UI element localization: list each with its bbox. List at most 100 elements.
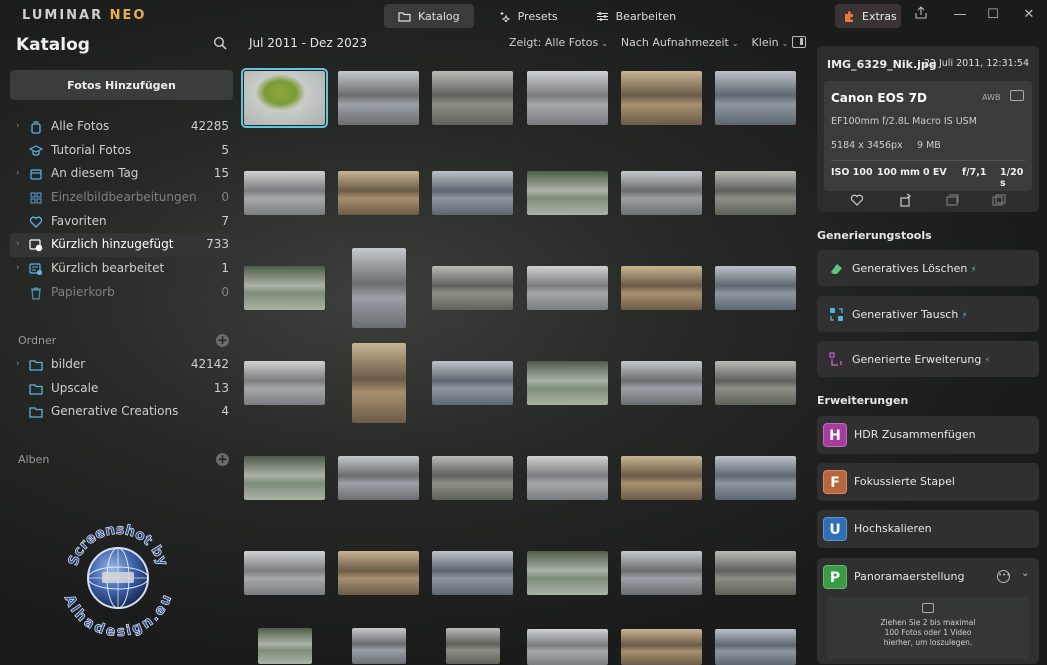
- photo-thumbnail[interactable]: [352, 248, 406, 328]
- photo-thumbnail[interactable]: [715, 361, 796, 405]
- photo-thumbnail[interactable]: [715, 629, 796, 665]
- photo-thumbnail[interactable]: [244, 266, 325, 310]
- photo-thumbnail[interactable]: [715, 266, 796, 310]
- panorama-label[interactable]: Panoramaerstellung: [854, 570, 964, 583]
- date-range-label: Jul 2011 - Dez 2023: [249, 36, 368, 50]
- image-info-card: IMG_6329_Nik.jpg 22 Juli 2011, 12:31:54 …: [817, 46, 1039, 212]
- chevron-right-icon[interactable]: ›: [16, 263, 20, 273]
- photo-thumbnail[interactable]: [432, 171, 513, 215]
- sidebar-item-alle-fotos[interactable]: › Alle Fotos 42285: [10, 115, 233, 139]
- sidebar-item-einzelbildbearbeitungen[interactable]: Einzelbildbearbeitungen 0: [10, 186, 233, 210]
- chevron-right-icon[interactable]: ›: [16, 239, 20, 249]
- add-folder-icon[interactable]: +: [216, 334, 229, 347]
- chevron-right-icon[interactable]: ›: [16, 168, 20, 178]
- photo-thumbnail[interactable]: [244, 171, 325, 215]
- add-album-icon[interactable]: +: [216, 453, 229, 466]
- rotate-icon[interactable]: [899, 192, 913, 207]
- maximize-icon[interactable]: ☐: [983, 6, 1003, 24]
- lens-model: EF100mm f/2.8L Macro IS USM: [831, 116, 977, 127]
- thumb-size-dropdown[interactable]: Klein ⌄: [752, 36, 789, 49]
- panorama-badge: P: [823, 565, 847, 589]
- sidebar-item-tutorial-fotos[interactable]: Tutorial Fotos 5: [10, 139, 233, 163]
- photo-thumbnail[interactable]: [432, 361, 513, 405]
- sidebar-item-papierkorb[interactable]: Papierkorb 0: [10, 281, 233, 305]
- photo-thumbnail[interactable]: [621, 171, 702, 215]
- share-icon[interactable]: [911, 6, 931, 24]
- photo-thumbnail[interactable]: [715, 71, 796, 125]
- chevron-right-icon[interactable]: ›: [16, 121, 20, 131]
- photo-thumbnail[interactable]: [621, 629, 702, 665]
- tab-bearbeiten[interactable]: Bearbeiten: [582, 4, 690, 28]
- photo-thumbnail[interactable]: [432, 266, 513, 310]
- photo-thumbnail[interactable]: [527, 551, 608, 595]
- photo-thumbnail[interactable]: [527, 361, 608, 405]
- extension-hochskalieren[interactable]: U Hochskalieren: [817, 510, 1039, 548]
- photo-thumbnail[interactable]: [258, 628, 312, 664]
- shutter-speed: 1/20 s: [1000, 167, 1024, 189]
- photo-thumbnail[interactable]: [432, 456, 513, 500]
- chevron-down-icon[interactable]: ⌄: [1021, 568, 1029, 579]
- photo-thumbnail[interactable]: [338, 71, 419, 125]
- tab-katalog[interactable]: Katalog: [384, 4, 474, 28]
- photo-thumbnail[interactable]: [352, 343, 406, 423]
- photo-thumbnail[interactable]: [621, 361, 702, 405]
- folder-label: Generative Creations: [51, 404, 179, 419]
- more-options-icon[interactable]: •••: [997, 570, 1010, 583]
- sort-dropdown[interactable]: Nach Aufnahmezeit ⌄: [621, 36, 739, 49]
- sidebar-item-an-diesem-tag[interactable]: › An diesem Tag 15: [10, 162, 233, 186]
- compare-icon[interactable]: [945, 192, 959, 206]
- panorama-dropzone[interactable]: Ziehen Sie 2 bis maximal 100 Fotos oder …: [826, 597, 1030, 659]
- photo-thumbnail[interactable]: [621, 71, 702, 125]
- photo-thumbnail[interactable]: [621, 456, 702, 500]
- photo-thumbnail[interactable]: [338, 551, 419, 595]
- folder-item-upscale[interactable]: Upscale 13: [10, 377, 233, 401]
- photo-thumbnail[interactable]: [715, 551, 796, 595]
- folder-item-generative-creations[interactable]: Generative Creations 4: [10, 400, 233, 424]
- folder-item-bilder[interactable]: › bilder 42142: [10, 353, 233, 377]
- toggle-panel-icon[interactable]: [792, 36, 806, 48]
- photo-thumbnail[interactable]: [527, 71, 608, 125]
- close-icon[interactable]: ✕: [1019, 6, 1039, 24]
- photo-thumbnail[interactable]: [244, 551, 325, 595]
- extension-hdr-zusammenf-gen[interactable]: H HDR Zusammenfügen: [817, 416, 1039, 454]
- tab-presets[interactable]: Presets: [484, 4, 572, 28]
- minimize-icon[interactable]: —: [950, 6, 970, 24]
- sidebar-item-k-rzlich-hinzugef-gt[interactable]: › Kürzlich hinzugefügt 733: [10, 233, 233, 258]
- extension-fokussierte-stapel[interactable]: F Fokussierte Stapel: [817, 463, 1039, 501]
- search-icon[interactable]: [213, 36, 227, 50]
- photo-thumbnail[interactable]: [241, 68, 328, 128]
- photo-thumbnail[interactable]: [244, 361, 325, 405]
- sidebar-item-label: Alle Fotos: [51, 119, 110, 133]
- gen-tool-generativer-tausch[interactable]: Generativer Tausch ⚡: [817, 295, 1039, 332]
- photo-thumbnail[interactable]: [527, 171, 608, 215]
- photo-thumbnail[interactable]: [338, 171, 419, 215]
- photo-thumbnail[interactable]: [352, 628, 406, 664]
- photo-thumbnail[interactable]: [527, 629, 608, 665]
- extension-label: Hochskalieren: [854, 522, 932, 535]
- sidebar-item-count: 7: [221, 213, 229, 228]
- photo-thumbnail[interactable]: [715, 171, 796, 215]
- stack-copy-icon[interactable]: [992, 192, 1006, 206]
- tab-bearbeiten-label: Bearbeiten: [615, 9, 677, 23]
- photo-thumbnail[interactable]: [527, 456, 608, 500]
- sidebar-item-k-rzlich-bearbeitet[interactable]: › Kürzlich bearbeitet 1: [10, 257, 233, 281]
- sidebar-item-count: 0: [221, 190, 229, 205]
- show-filter-dropdown[interactable]: Zeigt: Alle Fotos ⌄: [509, 36, 608, 49]
- sidebar-item-favoriten[interactable]: Favoriten 7: [10, 210, 233, 234]
- gen-tool-generierte-erweiterung[interactable]: Generierte Erweiterung ⚡: [817, 341, 1039, 377]
- gen-tool-generatives-l-schen[interactable]: Generatives Löschen ⚡: [817, 250, 1039, 286]
- photo-thumbnail[interactable]: [338, 456, 419, 500]
- chevron-right-icon[interactable]: ›: [16, 359, 20, 369]
- photo-thumbnail[interactable]: [432, 551, 513, 595]
- photo-thumbnail[interactable]: [432, 71, 513, 125]
- add-photos-button[interactable]: Fotos Hinzufügen: [10, 70, 233, 100]
- photo-thumbnail[interactable]: [715, 456, 796, 500]
- extras-button[interactable]: Extras: [835, 4, 901, 28]
- photo-thumbnail[interactable]: [244, 456, 325, 500]
- photo-thumbnail[interactable]: [446, 628, 500, 664]
- photo-thumbnail[interactable]: [527, 266, 608, 310]
- photo-thumbnail[interactable]: [621, 551, 702, 595]
- heart-icon[interactable]: [850, 192, 864, 206]
- photo-thumbnail[interactable]: [621, 266, 702, 310]
- sidebar-item-count: 733: [206, 237, 229, 252]
